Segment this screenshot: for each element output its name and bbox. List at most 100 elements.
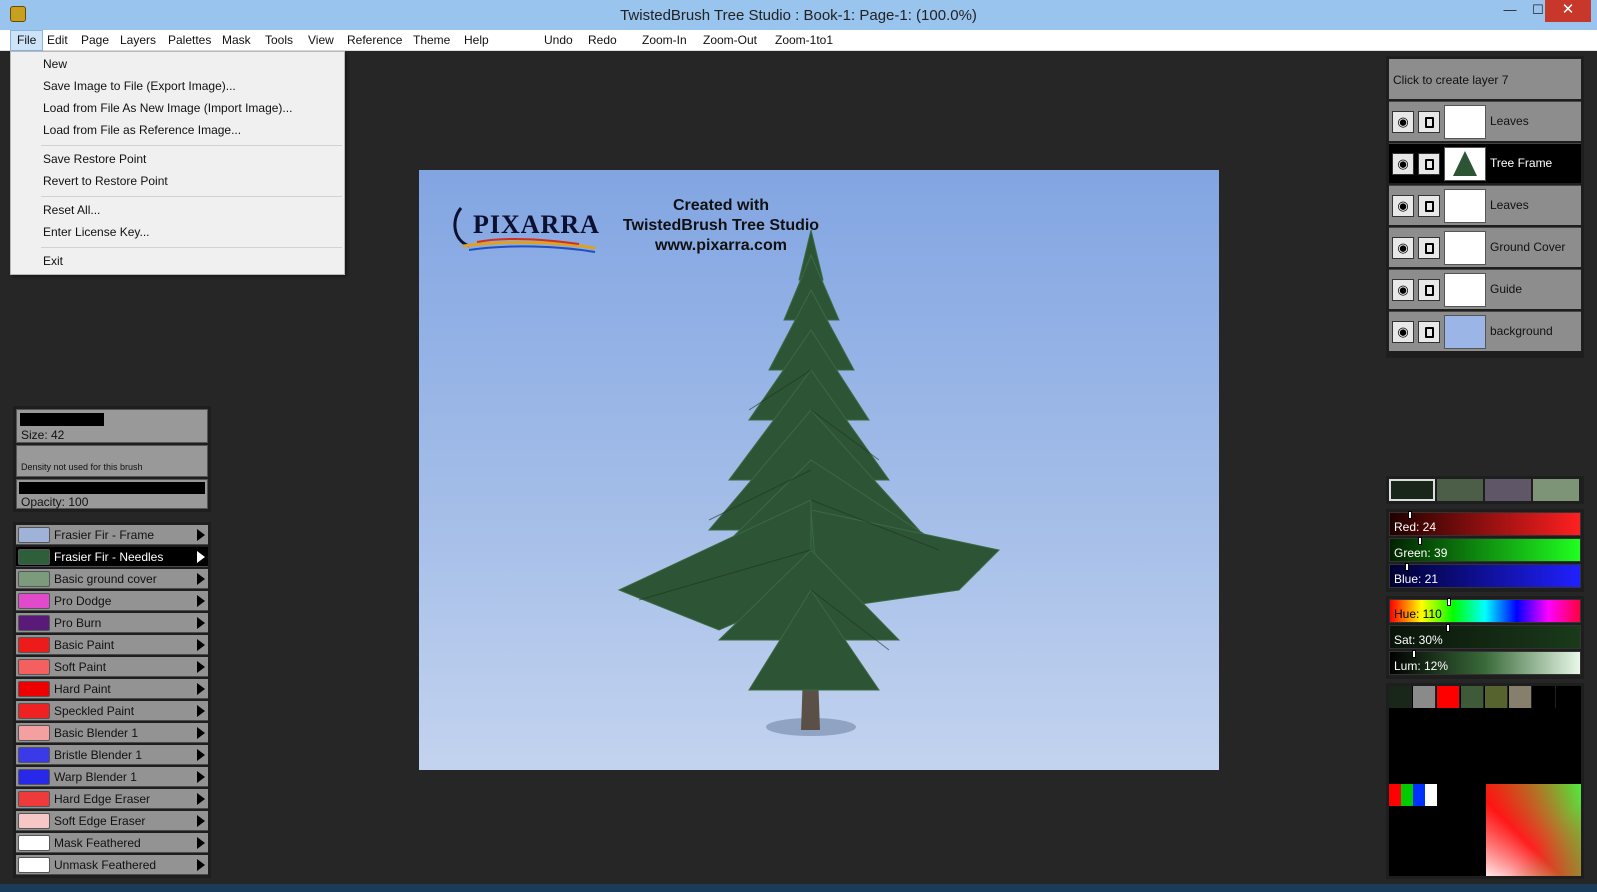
brush-item[interactable]: Unmask Feathered (16, 855, 208, 875)
layer-row[interactable]: ◉ Leaves (1389, 185, 1581, 225)
brush-item[interactable]: Warp Blender 1 (16, 767, 208, 787)
submenu-arrow-icon[interactable] (197, 529, 205, 541)
eye-icon[interactable]: ◉ (1392, 321, 1414, 343)
layer-row[interactable]: ◉ background (1389, 311, 1581, 351)
submenu-arrow-icon[interactable] (197, 815, 205, 827)
brush-item[interactable]: Speckled Paint (16, 701, 208, 721)
minimize-button[interactable]: — (1496, 0, 1524, 22)
slider-thumb[interactable] (1405, 563, 1409, 571)
slider-thumb[interactable] (1446, 624, 1450, 632)
layer-row[interactable]: ◉ Leaves (1389, 101, 1581, 141)
menu-item-save-image[interactable]: Save Image to File (Export Image)... (43, 76, 236, 96)
lock-icon[interactable] (1418, 321, 1440, 343)
sat-slider[interactable]: Sat: 30% (1389, 624, 1581, 649)
submenu-arrow-icon[interactable] (197, 859, 205, 871)
layer-row[interactable]: ◉ Tree Frame (1389, 143, 1581, 183)
submenu-arrow-icon[interactable] (197, 683, 205, 695)
eye-icon[interactable]: ◉ (1392, 111, 1414, 133)
layer-row[interactable]: ◉ Ground Cover (1389, 227, 1581, 267)
slider-thumb[interactable] (1418, 537, 1422, 545)
brush-item[interactable]: Basic Blender 1 (16, 723, 208, 743)
submenu-arrow-icon[interactable] (197, 639, 205, 651)
palette-swatch[interactable] (1413, 686, 1436, 708)
size-slider[interactable]: Size: 42 (16, 409, 208, 443)
opacity-slider[interactable]: Opacity: 100 (16, 479, 208, 509)
submenu-arrow-icon[interactable] (197, 551, 205, 563)
brush-item[interactable]: Hard Paint (16, 679, 208, 699)
lock-icon[interactable] (1418, 153, 1440, 175)
palette-red[interactable] (1389, 784, 1401, 806)
eye-icon[interactable]: ◉ (1392, 237, 1414, 259)
close-button[interactable]: ✕ (1545, 0, 1591, 22)
color-swatch[interactable] (1485, 479, 1531, 501)
menu-view[interactable]: View (302, 30, 340, 51)
menu-item-license-key[interactable]: Enter License Key... (43, 222, 150, 242)
palette-swatch[interactable] (1437, 686, 1460, 708)
brush-item[interactable]: Pro Dodge (16, 591, 208, 611)
menu-edit[interactable]: Edit (41, 30, 74, 51)
menu-theme[interactable]: Theme (407, 30, 456, 51)
submenu-arrow-icon[interactable] (197, 749, 205, 761)
lum-slider[interactable]: Lum: 12% (1389, 650, 1581, 675)
submenu-arrow-icon[interactable] (197, 793, 205, 805)
palette-blue[interactable] (1413, 784, 1425, 806)
zoom-out-button[interactable]: Zoom-Out (697, 30, 763, 51)
brush-item[interactable]: Mask Feathered (16, 833, 208, 853)
brush-item[interactable]: Bristle Blender 1 (16, 745, 208, 765)
palette-swatch[interactable] (1461, 686, 1484, 708)
submenu-arrow-icon[interactable] (197, 661, 205, 673)
color-swatch[interactable] (1437, 479, 1483, 501)
brush-item[interactable]: Basic Paint (16, 635, 208, 655)
submenu-arrow-icon[interactable] (197, 573, 205, 585)
menu-reference[interactable]: Reference (341, 30, 408, 51)
color-swatch[interactable] (1389, 479, 1435, 501)
palette-white[interactable] (1425, 784, 1437, 806)
menu-item-new[interactable]: New (43, 54, 67, 74)
blue-slider[interactable]: Blue: 21 (1389, 563, 1581, 588)
lock-icon[interactable] (1418, 111, 1440, 133)
menu-item-revert-restore-point[interactable]: Revert to Restore Point (43, 171, 168, 191)
menu-item-load-reference[interactable]: Load from File as Reference Image... (43, 120, 241, 140)
submenu-arrow-icon[interactable] (197, 595, 205, 607)
create-layer-button[interactable]: Click to create layer 7 (1389, 59, 1581, 99)
brush-item[interactable]: Pro Burn (16, 613, 208, 633)
brush-item[interactable]: Soft Paint (16, 657, 208, 677)
redo-button[interactable]: Redo (582, 30, 623, 51)
density-slider[interactable]: Density not used for this brush (16, 445, 208, 477)
palette-swatch[interactable] (1485, 686, 1508, 708)
menu-item-save-restore-point[interactable]: Save Restore Point (43, 149, 146, 169)
layer-row[interactable]: ◉ Guide (1389, 269, 1581, 309)
palette-swatch[interactable] (1533, 686, 1556, 708)
menu-palettes[interactable]: Palettes (162, 30, 217, 51)
menu-help[interactable]: Help (458, 30, 495, 51)
red-slider[interactable]: Red: 24 (1389, 511, 1581, 536)
menu-page[interactable]: Page (75, 30, 115, 51)
hue-slider[interactable]: Hue: 110 (1389, 598, 1581, 623)
green-slider[interactable]: Green: 39 (1389, 537, 1581, 562)
menu-item-exit[interactable]: Exit (43, 251, 63, 271)
image-canvas[interactable]: PIXARRA Created with TwistedBrush Tree S… (419, 170, 1219, 770)
brush-item[interactable]: Basic ground cover (16, 569, 208, 589)
brush-item[interactable]: Frasier Fir - Needles (16, 547, 208, 567)
lock-icon[interactable] (1418, 195, 1440, 217)
palette-swatch[interactable] (1509, 686, 1532, 708)
lock-icon[interactable] (1418, 279, 1440, 301)
menu-item-reset-all[interactable]: Reset All... (43, 200, 100, 220)
submenu-arrow-icon[interactable] (197, 837, 205, 849)
submenu-arrow-icon[interactable] (197, 771, 205, 783)
zoom-1to1-button[interactable]: Zoom-1to1 (769, 30, 839, 51)
palette-green[interactable] (1401, 784, 1413, 806)
brush-item[interactable]: Hard Edge Eraser (16, 789, 208, 809)
slider-thumb[interactable] (1412, 650, 1416, 658)
slider-thumb[interactable] (1447, 598, 1451, 606)
undo-button[interactable]: Undo (538, 30, 579, 51)
submenu-arrow-icon[interactable] (197, 727, 205, 739)
submenu-arrow-icon[interactable] (197, 705, 205, 717)
color-swatch[interactable] (1533, 479, 1579, 501)
brush-item[interactable]: Soft Edge Eraser (16, 811, 208, 831)
menu-tools[interactable]: Tools (259, 30, 299, 51)
zoom-in-button[interactable]: Zoom-In (636, 30, 693, 51)
submenu-arrow-icon[interactable] (197, 617, 205, 629)
menu-layers[interactable]: Layers (114, 30, 162, 51)
slider-thumb[interactable] (1408, 511, 1412, 519)
